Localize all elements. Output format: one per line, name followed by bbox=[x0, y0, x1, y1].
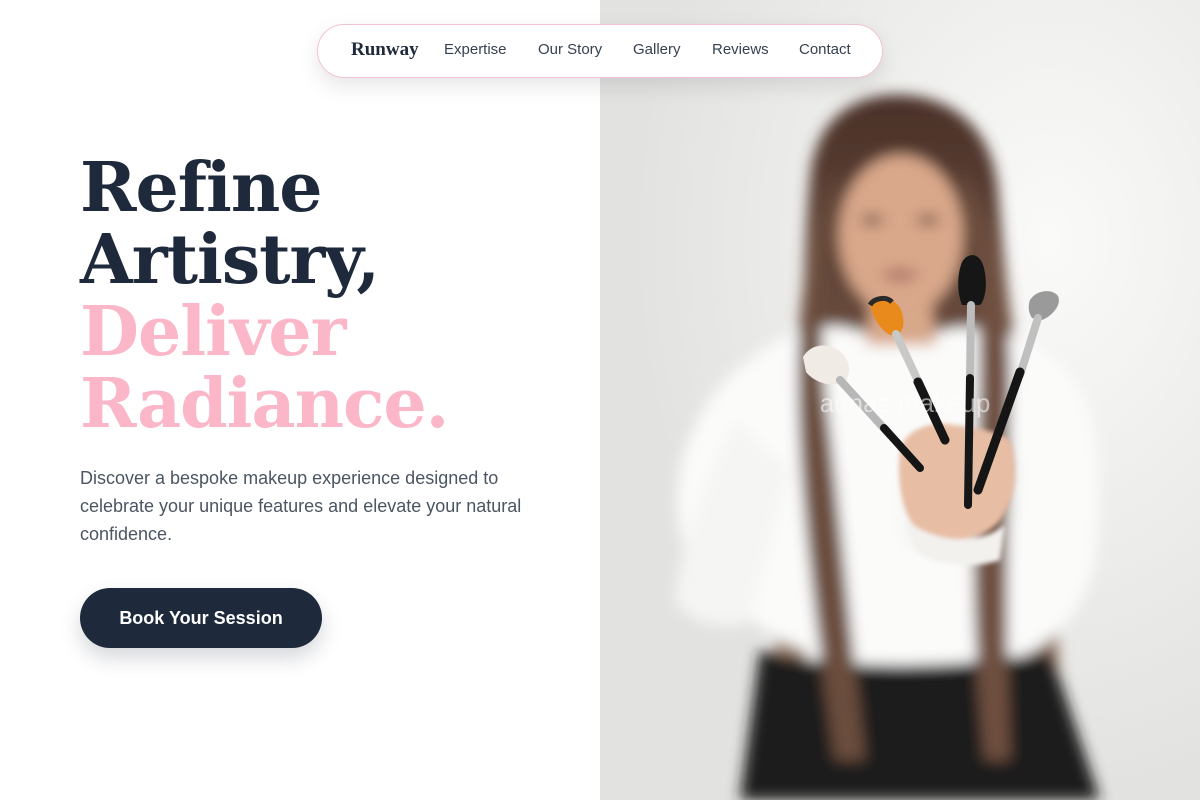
nav-link-gallery[interactable]: Gallery bbox=[633, 41, 681, 58]
hero-image-panel: aunas makeup bbox=[600, 0, 1200, 800]
nav-link-reviews[interactable]: Reviews bbox=[712, 41, 769, 58]
nav-link-expertise[interactable]: Expertise bbox=[444, 41, 507, 58]
portrait-photo: aunas makeup bbox=[600, 0, 1200, 800]
top-nav: Runway Expertise Our Story Gallery Revie… bbox=[317, 24, 883, 78]
book-session-button[interactable]: Book Your Session bbox=[80, 588, 322, 648]
headline-accent-line-1: Deliver bbox=[80, 292, 347, 372]
brand-logo[interactable]: Runway bbox=[351, 39, 419, 61]
hero-subtext: Discover a bespoke makeup experience des… bbox=[80, 468, 522, 544]
hero-text-panel: Refine Artistry, Deliver Radiance. Disco… bbox=[0, 0, 600, 800]
headline-accent-line-2: Radiance. bbox=[80, 364, 449, 444]
nav-link-our-story[interactable]: Our Story bbox=[538, 41, 602, 58]
photo-watermark: aunas makeup bbox=[820, 388, 991, 418]
nav-link-contact[interactable]: Contact bbox=[799, 41, 851, 58]
headline-line-1: Refine bbox=[80, 148, 323, 228]
headline-line-2: Artistry, bbox=[80, 220, 380, 300]
hero-headline: Refine Artistry, Deliver Radiance. bbox=[80, 148, 449, 444]
